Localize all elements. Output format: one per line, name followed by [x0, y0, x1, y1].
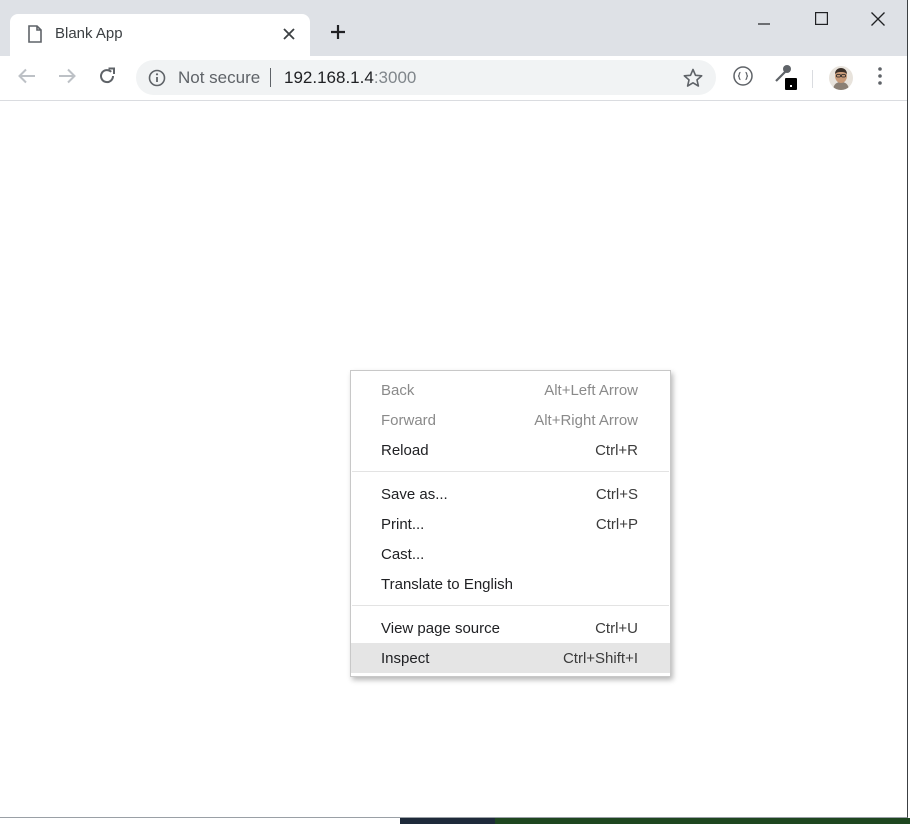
menu-item-shortcut: Ctrl+S [595, 485, 638, 503]
back-button[interactable] [11, 62, 43, 94]
menu-item-reload[interactable]: Reload Ctrl+R [351, 435, 670, 465]
kebab-menu-icon [878, 66, 882, 90]
menu-item-shortcut: Alt+Right Arrow [534, 411, 638, 429]
arrow-right-icon [58, 68, 76, 89]
close-window-button[interactable] [858, 6, 898, 36]
menu-item-print[interactable]: Print... Ctrl+P [351, 509, 670, 539]
extension-button[interactable] [727, 62, 759, 94]
menu-item-label: Forward [381, 411, 437, 429]
menu-item-shortcut: Ctrl+P [595, 515, 638, 533]
minimize-icon [758, 12, 770, 30]
page-icon [28, 25, 42, 43]
close-icon [871, 11, 885, 31]
close-icon[interactable] [278, 23, 300, 45]
code-braces-icon [732, 65, 754, 92]
menu-item-label: View page source [381, 619, 500, 637]
new-tab-button[interactable] [324, 20, 352, 48]
background-window-strip [400, 818, 910, 824]
eyedropper-icon [772, 61, 798, 96]
menu-item-label: Inspect [381, 649, 430, 667]
context-menu: Back Alt+Left Arrow Forward Alt+Right Arrow… [350, 370, 671, 677]
address-bar[interactable]: Not secure 192.168.1.4:3000 [136, 60, 716, 95]
menu-item-label: Reload [381, 441, 429, 459]
toolbar-divider [812, 70, 813, 88]
divider [270, 68, 271, 87]
menu-item-cast[interactable]: Cast... [351, 539, 670, 569]
menu-item-inspect[interactable]: Inspect Ctrl+Shift+I [351, 643, 670, 673]
menu-separator [351, 599, 670, 613]
browser-menu-button[interactable] [864, 62, 896, 94]
minimize-button[interactable] [744, 6, 784, 36]
info-icon[interactable] [148, 69, 166, 87]
tab-strip: Blank App [0, 0, 907, 56]
menu-separator [351, 465, 670, 479]
menu-item-label: Back [381, 381, 415, 399]
menu-item-forward[interactable]: Forward Alt+Right Arrow [351, 405, 670, 435]
tab-blank-app[interactable]: Blank App [10, 14, 310, 56]
menu-item-label: Translate to English [381, 575, 514, 593]
plus-icon [330, 24, 346, 45]
menu-item-shortcut: Ctrl+R [595, 441, 638, 459]
menu-item-label: Save as... [381, 485, 448, 503]
forward-button[interactable] [51, 62, 83, 94]
browser-window: Blank App Not secure 192.168.1.4:3000 Ba… [0, 0, 908, 818]
maximize-button[interactable] [801, 6, 841, 36]
menu-item-label: Print... [381, 515, 425, 533]
tab-title: Blank App [55, 25, 123, 42]
reload-icon [98, 67, 116, 90]
menu-item-back[interactable]: Back Alt+Left Arrow [351, 375, 670, 405]
menu-item-label: Cast... [381, 545, 425, 563]
menu-item-shortcut: Ctrl+U [595, 619, 638, 637]
browser-toolbar: Not secure 192.168.1.4:3000 [0, 56, 907, 101]
menu-item-save-as[interactable]: Save as... Ctrl+S [351, 479, 670, 509]
maximize-icon [814, 12, 828, 30]
menu-item-shortcut: Alt+Left Arrow [544, 381, 638, 399]
url-port: :3000 [373, 68, 417, 87]
menu-item-translate-to-english[interactable]: Translate to English [351, 569, 670, 599]
menu-item-shortcut: Ctrl+Shift+I [562, 649, 638, 667]
arrow-left-icon [18, 68, 36, 89]
url-text[interactable]: 192.168.1.4:3000 [284, 68, 416, 88]
menu-item-view-page-source[interactable]: View page source Ctrl+U [351, 613, 670, 643]
url-host: 192.168.1.4 [284, 68, 374, 87]
extension-eyedropper-button[interactable] [769, 62, 801, 94]
reload-button[interactable] [91, 62, 123, 94]
avatar[interactable] [825, 62, 857, 94]
security-status[interactable]: Not secure [178, 68, 260, 88]
star-icon[interactable] [682, 67, 704, 89]
